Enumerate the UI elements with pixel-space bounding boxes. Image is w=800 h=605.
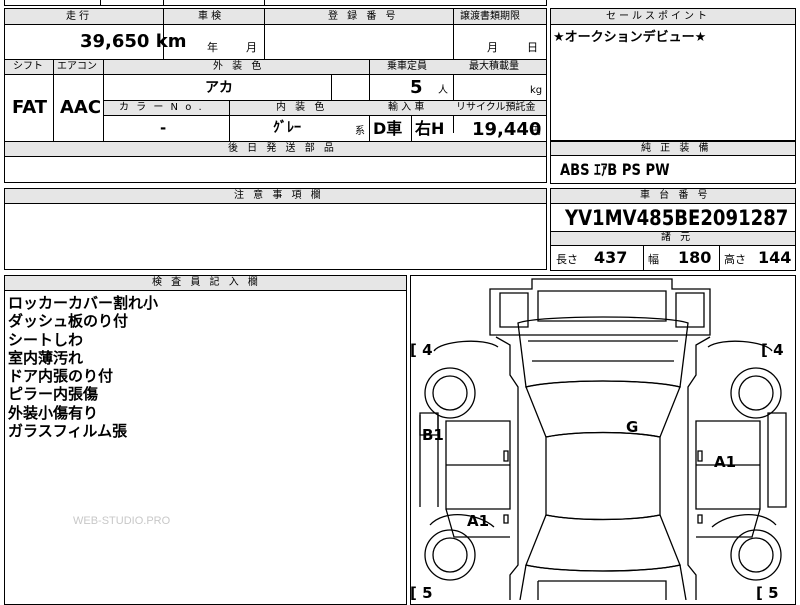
capacity-unit: 人 bbox=[438, 85, 448, 96]
import-type: D車 bbox=[373, 119, 403, 138]
transfer-day-unit: 日 bbox=[527, 41, 538, 54]
mark-a1-left: A1 bbox=[467, 512, 489, 530]
sales-point-text: ★オークションデビュー★ bbox=[553, 30, 707, 45]
exterior-color-label: 外 装 色 bbox=[213, 61, 265, 72]
import-label: 輸 入 車 bbox=[388, 102, 425, 113]
interior-color-suffix: 系 bbox=[355, 126, 365, 137]
front-right-tag: [ 4 bbox=[761, 341, 784, 359]
color-no-value: - bbox=[160, 119, 167, 137]
mark-b1: B1 bbox=[422, 426, 444, 444]
inspector-note: ロッカーカバー割れ小 bbox=[8, 294, 159, 312]
rear-left-tag: [ 5 bbox=[410, 584, 433, 600]
color-no-label: カ ラ ー N o . bbox=[119, 102, 204, 113]
exterior-color-value: アカ bbox=[205, 80, 233, 96]
registration-label: 登 録 番 号 bbox=[328, 11, 399, 22]
height-label: 高さ bbox=[724, 253, 746, 266]
import-steering: 右H bbox=[415, 119, 445, 138]
top-strip bbox=[4, 0, 547, 6]
shift-value: FAT bbox=[12, 97, 48, 118]
height-value: 144 bbox=[758, 248, 792, 267]
inspector-notes-list: ロッカーカバー割れ小 ダッシュ板のり付 シートしわ 室内薄汚れ ドア内張のり付 … bbox=[8, 294, 158, 440]
interior-color-label: 内 装 色 bbox=[276, 102, 328, 113]
notes-label: 注 意 事 項 欄 bbox=[234, 190, 324, 201]
inspection-year-unit: 年 bbox=[207, 41, 218, 54]
aircon-label: エアコン bbox=[57, 61, 97, 72]
inspector-note: ピラー内張傷 bbox=[8, 385, 99, 404]
inspector-note: 室内薄汚れ bbox=[8, 348, 84, 367]
inspector-note: ドア内張のり付 bbox=[8, 367, 114, 386]
max-load-label: 最大積載量 bbox=[469, 61, 519, 72]
car-diagram: [ 4 [ 4 [ 5 [ 5 B1 G A1 A1 bbox=[410, 278, 787, 600]
watermark: WEB-STUDIO.PRO bbox=[73, 515, 171, 527]
length-value: 437 bbox=[594, 248, 628, 267]
later-parts-box bbox=[4, 156, 547, 183]
transfer-month-unit: 月 bbox=[487, 41, 498, 54]
inspector-note: ガラスフィルム張 bbox=[8, 422, 128, 441]
front-left-tag: [ 4 bbox=[410, 341, 433, 359]
capacity-label: 乗車定員 bbox=[387, 61, 427, 72]
rear-right-tag: [ 5 bbox=[756, 584, 779, 600]
inspection-month-unit: 月 bbox=[246, 41, 257, 54]
genuine-equipment-value: ABS ｴｱB PS PW bbox=[560, 160, 670, 179]
chassis-number: YV1MV485BE2091287 bbox=[565, 206, 789, 230]
mileage-label: 走 行 bbox=[66, 11, 90, 22]
inspector-note: ダッシュ板のり付 bbox=[8, 312, 129, 331]
shift-label: シフト bbox=[13, 61, 43, 72]
mark-a1-right: A1 bbox=[714, 453, 736, 471]
mark-g: G bbox=[626, 418, 638, 436]
transfer-deadline-label: 譲渡書類期限 bbox=[460, 11, 520, 22]
clipped-text bbox=[187, 0, 192, 5]
genuine-equipment-label: 純 正 装 備 bbox=[641, 143, 712, 154]
max-load-unit: kg bbox=[530, 85, 543, 96]
inspection-label: 車 検 bbox=[198, 11, 222, 22]
recycle-label: リサイクル預託金 bbox=[456, 102, 536, 113]
width-value: 180 bbox=[678, 248, 712, 267]
recycle-unit: 円 bbox=[531, 126, 541, 137]
later-parts-label: 後 日 発 送 部 品 bbox=[228, 143, 337, 154]
interior-color-value: ｸﾞﾚｰ bbox=[273, 120, 301, 136]
inspector-label: 検 査 員 記 入 欄 bbox=[152, 277, 261, 288]
inspector-note: 外装小傷有り bbox=[8, 403, 99, 422]
mileage-value: 39,650 km bbox=[80, 31, 187, 52]
aircon-value: AAC bbox=[60, 97, 102, 118]
specs-label: 諸 元 bbox=[661, 232, 694, 243]
length-label: 長さ bbox=[556, 253, 578, 266]
sales-point-label: セールスポイント bbox=[606, 11, 710, 22]
width-label: 幅 bbox=[648, 253, 659, 266]
inspector-note: シートしわ bbox=[8, 330, 84, 349]
chassis-label: 車 台 番 号 bbox=[640, 190, 711, 201]
capacity-value: 5 bbox=[410, 77, 423, 98]
sales-point-box bbox=[550, 8, 796, 141]
